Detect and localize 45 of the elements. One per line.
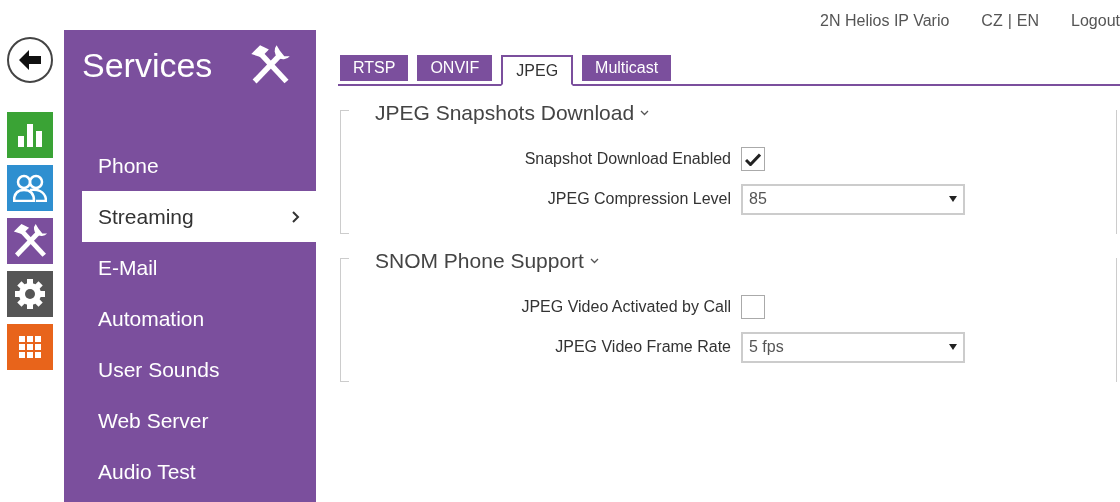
select-field[interactable]: 5 fps bbox=[741, 331, 965, 363]
tab[interactable]: ONVIF bbox=[417, 55, 493, 81]
field-label: JPEG Video Activated by Call bbox=[520, 298, 731, 316]
select-field[interactable]: 85 bbox=[741, 183, 965, 215]
users-icon bbox=[13, 174, 47, 202]
sidebar-item[interactable]: Web Server bbox=[82, 395, 316, 446]
chevron-down-icon bbox=[640, 110, 650, 116]
sidebar-title: Services bbox=[82, 45, 213, 85]
sidebar-item[interactable]: User Sounds bbox=[82, 344, 316, 395]
tab[interactable]: JPEG bbox=[501, 55, 574, 86]
field-label: Snapshot Download Enabled bbox=[523, 150, 731, 168]
nav-button[interactable] bbox=[7, 165, 53, 211]
language-link[interactable]: EN bbox=[1016, 12, 1040, 30]
logout-link[interactable]: Logout bbox=[1071, 12, 1120, 30]
checkmark-icon bbox=[745, 152, 761, 166]
caret-icon bbox=[949, 344, 957, 350]
section-title[interactable]: SNOM Phone Support bbox=[375, 249, 584, 273]
field-label: JPEG Compression Level bbox=[546, 190, 731, 208]
nav-button[interactable] bbox=[7, 112, 53, 158]
tools-icon bbox=[11, 222, 49, 260]
gear-icon bbox=[14, 278, 46, 310]
sidebar-item[interactable]: Automation bbox=[82, 293, 316, 344]
tab[interactable]: Multicast bbox=[582, 55, 672, 81]
language-link[interactable]: CZ bbox=[981, 12, 1003, 30]
chevron-down-icon bbox=[589, 258, 599, 264]
back-arrow-icon bbox=[18, 49, 42, 71]
caret-icon bbox=[949, 196, 957, 202]
section-title[interactable]: JPEG Snapshots Download bbox=[375, 101, 635, 125]
field-label: JPEG Video Frame Rate bbox=[554, 338, 731, 356]
bar-chart-icon bbox=[17, 122, 43, 148]
checkbox[interactable] bbox=[741, 295, 765, 319]
nav-button[interactable] bbox=[7, 218, 53, 264]
sidebar-item[interactable]: Phone bbox=[82, 140, 316, 191]
separator: | bbox=[1007, 12, 1012, 30]
tab[interactable]: RTSP bbox=[340, 55, 409, 81]
nav-button[interactable] bbox=[7, 271, 53, 317]
back-button[interactable] bbox=[7, 37, 53, 83]
grid-icon bbox=[18, 335, 42, 359]
nav-button[interactable] bbox=[7, 324, 53, 370]
device-name: 2N Helios IP Vario bbox=[820, 12, 950, 30]
sidebar-item[interactable]: Audio Test bbox=[82, 446, 316, 497]
sidebar-item[interactable]: Streaming bbox=[82, 191, 316, 242]
sidebar-item[interactable]: E-Mail bbox=[82, 242, 316, 293]
chevron-right-icon bbox=[292, 210, 300, 223]
checkbox[interactable] bbox=[741, 147, 765, 171]
